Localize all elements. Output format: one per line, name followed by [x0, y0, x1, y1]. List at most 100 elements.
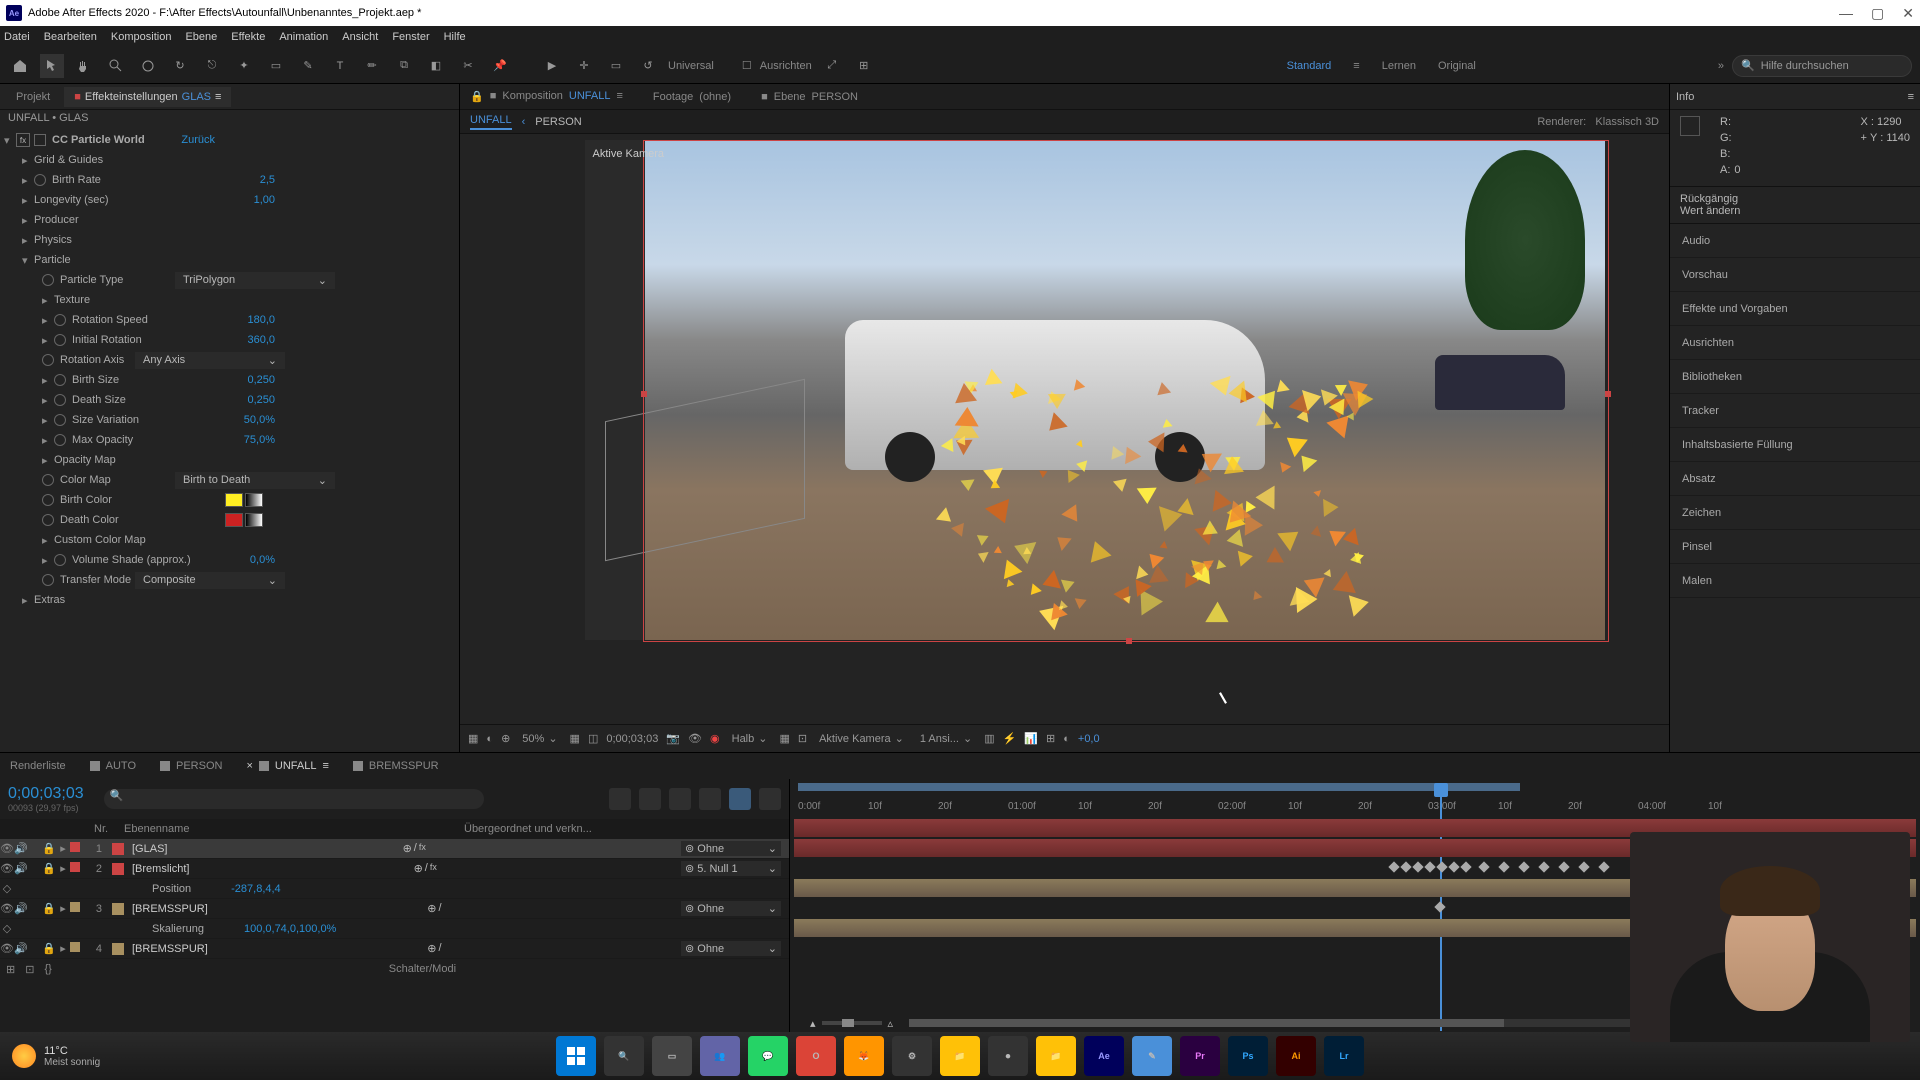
comp-mini-flowchart-icon[interactable]: [609, 788, 631, 810]
panel-effekte[interactable]: Effekte und Vorgaben: [1670, 292, 1920, 326]
resolution-dropdown[interactable]: Halb⌄: [728, 732, 772, 745]
layer-row[interactable]: 👁 🔊 🔒 ▸ 1 [GLAS] ⊕/fx ⊚ Ohne⌄: [0, 839, 789, 859]
teams-icon[interactable]: 👥: [700, 1036, 740, 1076]
ausrichten-label[interactable]: Ausrichten: [760, 60, 812, 72]
text-tool-icon[interactable]: T: [328, 54, 352, 78]
mask-icon[interactable]: ⊕: [501, 732, 510, 745]
clone-tool-icon[interactable]: ⧉: [392, 54, 416, 78]
layer-row[interactable]: 👁 🔊 🔒 ▸ 3 [BREMSSPUR] ⊕/ ⊚ Ohne⌄: [0, 899, 789, 919]
effect-controls-tab[interactable]: ■ Effekteinstellungen GLAS ≡: [64, 87, 231, 107]
color-map-dropdown[interactable]: Birth to Death⌄: [175, 472, 335, 489]
death-color-swatch[interactable]: [225, 513, 243, 527]
anchor-tool-icon[interactable]: ✦: [232, 54, 256, 78]
puppet-tool-icon[interactable]: 📌: [488, 54, 512, 78]
menu-fenster[interactable]: Fenster: [392, 31, 429, 43]
close-button[interactable]: ✕: [1902, 5, 1914, 22]
home-icon[interactable]: [8, 54, 32, 78]
comp-tab-unfall[interactable]: ×UNFALL≡: [246, 760, 328, 772]
hide-shy-icon[interactable]: [669, 788, 691, 810]
zoom-out-icon[interactable]: ▴: [810, 1017, 816, 1030]
rect-tool-icon[interactable]: ▭: [264, 54, 288, 78]
orbit-tool-icon[interactable]: [136, 54, 160, 78]
local-axis-icon[interactable]: ▶: [540, 54, 564, 78]
transparency-icon[interactable]: ▦: [779, 732, 789, 745]
panel-vorschau[interactable]: Vorschau: [1670, 258, 1920, 292]
whatsapp-icon[interactable]: 💬: [748, 1036, 788, 1076]
project-tab[interactable]: Projekt: [6, 87, 60, 107]
maximize-button[interactable]: ▢: [1871, 5, 1884, 22]
particle-type-dropdown[interactable]: TriPolygon⌄: [175, 272, 335, 289]
taskview-icon[interactable]: ▭: [652, 1036, 692, 1076]
zoom-dropdown[interactable]: 50%⌄: [518, 732, 561, 745]
lightroom-icon[interactable]: Lr: [1324, 1036, 1364, 1076]
3d-view-icon[interactable]: ⊡: [798, 732, 807, 745]
hand-tool-icon[interactable]: [72, 54, 96, 78]
help-search[interactable]: 🔍 Hilfe durchsuchen: [1732, 55, 1912, 77]
comp-tab-person[interactable]: PERSON: [160, 760, 222, 772]
timeline-search[interactable]: 🔍: [104, 789, 484, 809]
workspace-menu-icon[interactable]: ≡: [1353, 60, 1359, 72]
res-toggle-icon[interactable]: ▦: [570, 732, 580, 745]
menu-hilfe[interactable]: Hilfe: [444, 31, 466, 43]
renderlist-tab[interactable]: Renderliste: [10, 760, 66, 772]
premiere-icon[interactable]: Pr: [1180, 1036, 1220, 1076]
refresh-icon[interactable]: ↺: [636, 54, 660, 78]
transfer-mode-dropdown[interactable]: Composite⌄: [135, 572, 285, 589]
app-icon-1[interactable]: ⚙: [892, 1036, 932, 1076]
birth-color-picker-icon[interactable]: [245, 493, 263, 507]
menu-ansicht[interactable]: Ansicht: [342, 31, 378, 43]
comp-tab-bremsspur[interactable]: BREMSSPUR: [353, 760, 439, 772]
menu-effekte[interactable]: Effekte: [231, 31, 265, 43]
menu-ebene[interactable]: Ebene: [185, 31, 217, 43]
toggle-modes-icon[interactable]: ⊡: [25, 963, 34, 976]
workspace-lernen[interactable]: Lernen: [1382, 60, 1416, 72]
weather-widget[interactable]: 11°C Meist sonnig: [12, 1044, 100, 1068]
layer-row[interactable]: ◇ Position -287,8,4,4: [0, 879, 789, 899]
toggle-switches-icon[interactable]: ⊞: [6, 963, 15, 976]
axis-icon[interactable]: ✛: [572, 54, 596, 78]
info-panel-tab[interactable]: Info: [1676, 91, 1694, 103]
roto-tool-icon[interactable]: ✂: [456, 54, 480, 78]
show-snapshot-icon[interactable]: 👁: [688, 732, 702, 745]
menu-komposition[interactable]: Komposition: [111, 31, 172, 43]
search-app-icon[interactable]: 🔍: [604, 1036, 644, 1076]
comp-tab-auto[interactable]: AUTO: [90, 760, 136, 772]
brush-tool-icon[interactable]: ✏: [360, 54, 384, 78]
zoom-in-icon[interactable]: ▵: [888, 1017, 894, 1030]
panel-bibliotheken[interactable]: Bibliotheken: [1670, 360, 1920, 394]
motion-blur-icon[interactable]: [729, 788, 751, 810]
schalter-modi-toggle[interactable]: Schalter/Modi: [389, 963, 456, 975]
graph-editor-icon[interactable]: [759, 788, 781, 810]
menu-animation[interactable]: Animation: [279, 31, 328, 43]
view-layout-dropdown[interactable]: 1 Ansi...⌄: [916, 732, 976, 745]
current-timecode[interactable]: 0;00;03;03: [8, 785, 84, 803]
eraser-tool-icon[interactable]: ◧: [424, 54, 448, 78]
app-icon-3[interactable]: ✎: [1132, 1036, 1172, 1076]
camera-tool-icon[interactable]: ⎋: [200, 54, 224, 78]
workspace-overflow-icon[interactable]: »: [1718, 60, 1724, 72]
menu-bearbeiten[interactable]: Bearbeiten: [44, 31, 97, 43]
timeline-icon[interactable]: 📊: [1024, 732, 1038, 745]
rotation-axis-dropdown[interactable]: Any Axis⌄: [135, 352, 285, 369]
selection-tool-icon[interactable]: [40, 54, 64, 78]
minimize-button[interactable]: —: [1839, 5, 1853, 22]
layer-row[interactable]: ◇ Skalierung 100,0,74,0,100,0%: [0, 919, 789, 939]
rect-mode-icon[interactable]: ▭: [604, 54, 628, 78]
illustrator-icon[interactable]: Ai: [1276, 1036, 1316, 1076]
obs-icon[interactable]: ⏺: [988, 1036, 1028, 1076]
zoom-tool-icon[interactable]: [104, 54, 128, 78]
app-icon-2[interactable]: 📁: [940, 1036, 980, 1076]
workspace-standard[interactable]: Standard: [1287, 60, 1332, 72]
panel-zeichen[interactable]: Zeichen: [1670, 496, 1920, 530]
panel-ausrichten[interactable]: Ausrichten: [1670, 326, 1920, 360]
fast-preview-icon[interactable]: ⚡: [1003, 732, 1017, 745]
panel-audio[interactable]: Audio: [1670, 224, 1920, 258]
snap-icon[interactable]: ⤢: [820, 54, 844, 78]
comp-crumb-unfall[interactable]: UNFALL: [470, 114, 512, 130]
pen-tool-icon[interactable]: ✎: [296, 54, 320, 78]
alpha-icon[interactable]: ▦: [468, 732, 478, 745]
start-button[interactable]: [556, 1036, 596, 1076]
composition-viewer[interactable]: Aktive Kamera: [460, 134, 1669, 724]
preview-time[interactable]: 0;00;03;03: [606, 733, 658, 745]
menu-datei[interactable]: Datei: [4, 31, 30, 43]
